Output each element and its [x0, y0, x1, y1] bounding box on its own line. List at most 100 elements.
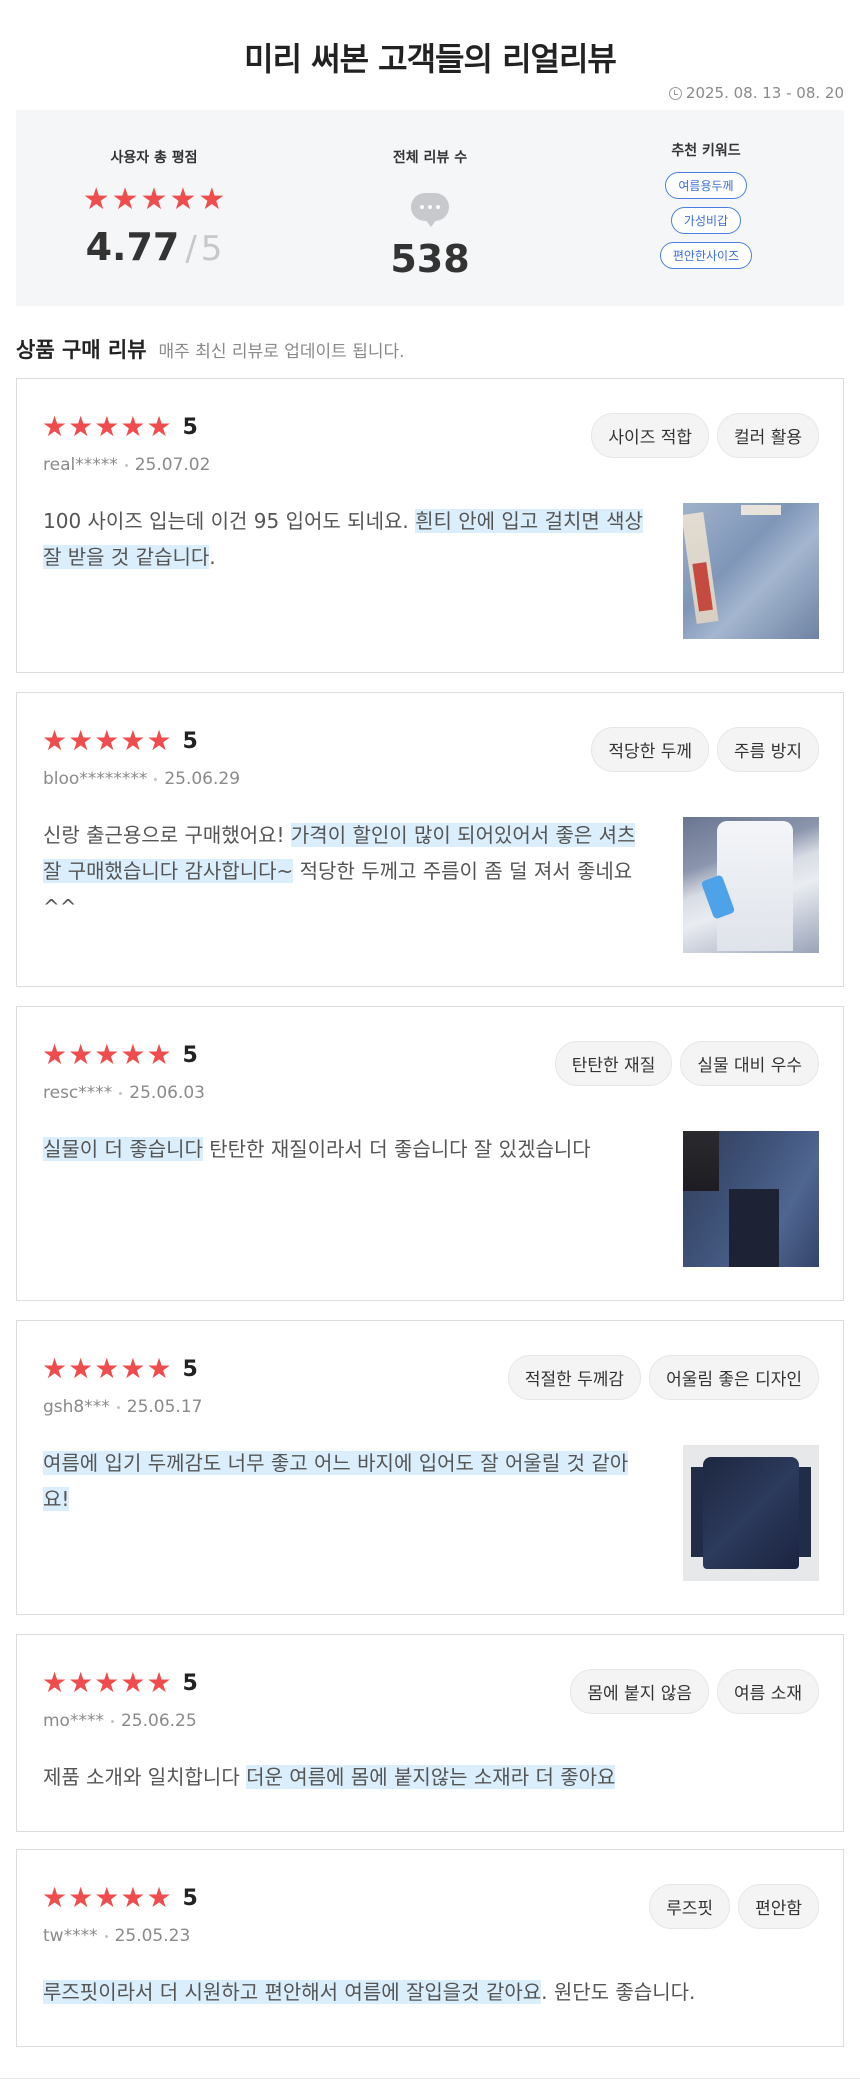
- review-card: ★ ★ ★ ★ ★ 5 resc**** 25.06.03 탄탄한 재질 실물 대비 우수…: [16, 1006, 844, 1301]
- review-stars: ★ ★ ★ ★ ★ 5: [42, 1041, 198, 1069]
- review-tag: 적절한 두께감: [507, 1355, 642, 1400]
- star-icon: ★: [146, 1352, 172, 1385]
- review-score: 5: [182, 728, 198, 754]
- review-score: 5: [182, 414, 198, 440]
- review-date: 25.05.23: [114, 1926, 191, 1946]
- review-text-part: 100 사이즈 입는데 이건 95 입어도 되네요.: [43, 509, 416, 533]
- divider: [0, 2078, 860, 2079]
- keyword-chip[interactable]: 가성비갑: [670, 207, 742, 234]
- review-date: 25.06.03: [129, 1083, 205, 1103]
- star-icon: ★: [42, 724, 68, 757]
- star-icon: ★: [146, 724, 172, 757]
- review-text: 실물이 더 좋습니다 탄탄한 재질이라서 더 좋습니다 잘 있겠습니다: [43, 1131, 643, 1167]
- star-icon: ★: [68, 1352, 94, 1385]
- star-icon: ★: [42, 410, 68, 443]
- review-stars: ★ ★ ★ ★ ★ 5: [42, 1669, 198, 1697]
- review-stars: ★ ★ ★ ★ ★ 5: [42, 727, 198, 755]
- review-date: 25.06.29: [164, 769, 241, 789]
- review-photo[interactable]: [683, 503, 819, 639]
- review-card: ★ ★ ★ ★ ★ 5 real***** 25.07.02 사이즈 적합 컬러 활용 1…: [16, 378, 844, 673]
- rating-value: 4.77: [85, 225, 180, 269]
- review-meta: real***** 25.07.02: [43, 455, 210, 475]
- rating-summary: 사용자 총 평점 ★ ★ ★ ★ ★ 4.77 / 5 전체 리뷰 수 538 …: [16, 110, 844, 306]
- keyword-list: 여름용두께 가성비갑 편안한사이즈: [659, 172, 753, 269]
- review-photo[interactable]: [683, 1131, 819, 1267]
- review-stars: ★ ★ ★ ★ ★ 5: [42, 1884, 198, 1912]
- star-icon: ★: [42, 1352, 68, 1385]
- star-icon: ★: [146, 1038, 172, 1071]
- review-tag: 사이즈 적합: [591, 413, 710, 458]
- star-icon: ★: [94, 1352, 120, 1385]
- star-icon: ★: [68, 1038, 94, 1071]
- review-tag: 루즈핏: [649, 1884, 731, 1929]
- review-text-highlight: 루즈핏이라서 더 시원하고 편안해서 여름에 잘입을것 같아요: [43, 1980, 542, 2004]
- speech-bubble-icon: [411, 193, 449, 227]
- review-tags: 루즈핏 편안함: [649, 1884, 819, 1929]
- section-subtitle: 매주 최신 리뷰로 업데이트 됩니다.: [158, 342, 405, 362]
- review-user: bloo********: [43, 769, 148, 789]
- review-text: 루즈핏이라서 더 시원하고 편안해서 여름에 잘입을것 같아요. 원단도 좋습니…: [43, 1974, 823, 2010]
- review-text-part: 제품 소개와 일치합니다: [43, 1765, 247, 1789]
- review-text-highlight: 실물이 더 좋습니다: [43, 1137, 203, 1161]
- review-text: 신랑 출근용으로 구매했어요! 가격이 할인이 많이 되어있어서 좋은 셔츠 잘…: [43, 817, 643, 925]
- review-tags: 사이즈 적합 컬러 활용: [591, 413, 819, 458]
- review-user: tw****: [43, 1926, 98, 1946]
- page-title: 미리 써본 고객들의 리얼리뷰: [244, 40, 617, 78]
- rating-stars: ★ ★ ★ ★ ★: [83, 185, 226, 215]
- review-meta: tw**** 25.05.23: [43, 1926, 190, 1946]
- star-icon: ★: [68, 1666, 94, 1699]
- review-tags: 적절한 두께감 어울림 좋은 디자인: [507, 1355, 819, 1400]
- review-tags: 몸에 붙지 않음 여름 소재: [570, 1669, 819, 1714]
- star-icon: ★: [120, 1038, 146, 1071]
- review-card: ★ ★ ★ ★ ★ 5 tw**** 25.05.23 루즈핏 편안함 루즈핏이라서 더 …: [16, 1849, 844, 2047]
- review-photo[interactable]: [683, 1445, 819, 1581]
- star-icon: ★: [140, 182, 168, 217]
- review-text-part: . 원단도 좋습니다.: [541, 1980, 696, 2004]
- section-header: 상품 구매 리뷰 매주 최신 리뷰로 업데이트 됩니다.: [16, 334, 405, 364]
- star-icon: ★: [146, 410, 172, 443]
- review-stars: ★ ★ ★ ★ ★ 5: [42, 413, 198, 441]
- review-tag: 편안함: [738, 1884, 819, 1929]
- star-icon: ★: [42, 1038, 68, 1071]
- rating-label: 사용자 총 평점: [110, 150, 198, 166]
- review-card: ★ ★ ★ ★ ★ 5 gsh8*** 25.05.17 적절한 두께감 어울림 좋은 디…: [16, 1320, 844, 1615]
- star-icon: ★: [68, 1881, 94, 1914]
- review-meta: bloo******** 25.06.29: [43, 769, 240, 789]
- star-icon: ★: [169, 182, 197, 217]
- total-reviews: 전체 리뷰 수 538: [292, 110, 568, 306]
- review-stars: ★ ★ ★ ★ ★ 5: [42, 1355, 198, 1383]
- review-text-highlight: 여름에 입기 두께감도 너무 좋고 어느 바지에 입어도 잘 어울릴 것 같아요…: [43, 1451, 629, 1511]
- review-card: ★ ★ ★ ★ ★ 5 bloo******** 25.06.29 적당한 두께 주름 방…: [16, 692, 844, 987]
- keyword-chip[interactable]: 여름용두께: [665, 172, 747, 199]
- star-icon: ★: [94, 1038, 120, 1071]
- star-icon: ★: [94, 410, 120, 443]
- review-tags: 탄탄한 재질 실물 대비 우수: [554, 1041, 819, 1086]
- review-text-part: 신랑 출근용으로 구매했어요!: [43, 823, 291, 847]
- star-icon: ★: [42, 1881, 68, 1914]
- star-icon: ★: [68, 724, 94, 757]
- star-icon: ★: [120, 1881, 146, 1914]
- review-photo[interactable]: [683, 817, 819, 953]
- clock-icon: [668, 86, 682, 100]
- count-label: 전체 리뷰 수: [392, 150, 468, 166]
- review-tag: 적당한 두께: [591, 727, 710, 772]
- review-tag: 여름 소재: [717, 1669, 819, 1714]
- review-tag: 어울림 좋은 디자인: [649, 1355, 819, 1400]
- star-icon: ★: [68, 410, 94, 443]
- rating-score: 4.77 / 5: [86, 225, 223, 269]
- review-tag: 탄탄한 재질: [554, 1041, 673, 1086]
- review-tags: 적당한 두께 주름 방지: [591, 727, 819, 772]
- review-date: 25.05.17: [126, 1397, 203, 1417]
- review-text: 100 사이즈 입는데 이건 95 입어도 되네요. 흰티 안에 입고 걸치면 …: [43, 503, 643, 575]
- review-text: 제품 소개와 일치합니다 더운 여름에 몸에 붙지않는 소재라 더 좋아요: [43, 1759, 823, 1795]
- review-tag: 몸에 붙지 않음: [570, 1669, 710, 1714]
- star-icon: ★: [82, 182, 110, 217]
- review-tag: 실물 대비 우수: [680, 1041, 819, 1086]
- review-text-part: 탄탄한 재질이라서 더 좋습니다 잘 있겠습니다: [202, 1137, 591, 1161]
- star-icon: ★: [120, 1352, 146, 1385]
- review-score: 5: [182, 1356, 198, 1382]
- star-icon: ★: [146, 1666, 172, 1699]
- period-text: 2025. 08. 13 - 08. 20: [685, 84, 844, 102]
- keyword-chip[interactable]: 편안한사이즈: [659, 242, 753, 269]
- star-icon: ★: [94, 724, 120, 757]
